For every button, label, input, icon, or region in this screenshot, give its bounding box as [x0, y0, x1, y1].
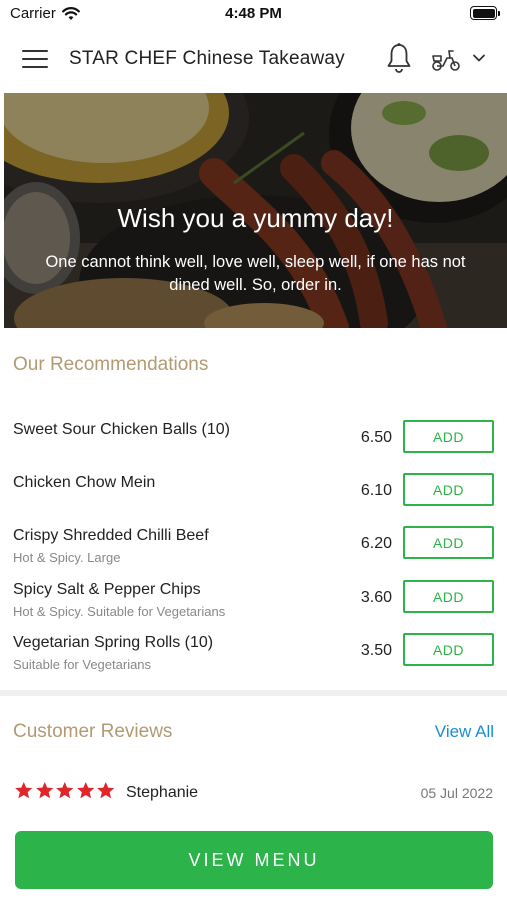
item-name: Sweet Sour Chicken Balls (10)	[13, 421, 230, 438]
view-menu-button[interactable]: VIEW MENU	[15, 831, 493, 889]
add-button[interactable]: ADD	[403, 633, 494, 666]
hero-title: Wish you a yummy day!	[117, 203, 394, 233]
item-price: 3.60	[360, 589, 392, 606]
view-all-link[interactable]: View All	[435, 722, 494, 742]
reviewer-name: Stephanie	[126, 784, 199, 801]
add-button[interactable]: ADD	[403, 526, 494, 559]
star-icon	[56, 782, 74, 799]
list-item: Crispy Shredded Chilli Beef Hot & Spicy.…	[0, 526, 507, 567]
item-price: 3.50	[360, 642, 392, 659]
star-rating	[14, 781, 116, 800]
star-icon	[35, 782, 53, 799]
chevron-down-icon[interactable]	[471, 52, 487, 64]
star-icon	[15, 782, 33, 799]
item-description: Hot & Spicy. Suitable for Vegetarians	[13, 604, 226, 619]
list-item: Sweet Sour Chicken Balls (10) 6.50 ADD	[0, 420, 507, 461]
add-button[interactable]: ADD	[403, 420, 494, 453]
menu-icon[interactable]	[22, 48, 48, 70]
review-date: 05 Jul 2022	[420, 785, 493, 801]
list-item: Spicy Salt & Pepper Chips Hot & Spicy. S…	[0, 580, 507, 621]
item-description: Suitable for Vegetarians	[13, 657, 152, 672]
restaurant-title: STAR CHEF Chinese Takeaway	[69, 48, 345, 69]
item-price: 6.10	[360, 482, 392, 499]
reviews-title: Customer Reviews	[13, 721, 173, 742]
item-description: Hot & Spicy. Large	[13, 550, 121, 565]
bell-icon[interactable]	[385, 42, 413, 74]
hero-subtitle: One cannot think well, love well, sleep …	[45, 253, 466, 294]
add-button[interactable]: ADD	[403, 580, 494, 613]
item-price: 6.50	[360, 429, 392, 446]
hero-banner: Wish you a yummy day! One cannot think w…	[4, 93, 507, 328]
item-name: Spicy Salt & Pepper Chips	[13, 581, 201, 598]
item-price: 6.20	[360, 535, 392, 552]
item-name: Crispy Shredded Chilli Beef	[13, 527, 209, 544]
list-item: Chicken Chow Mein 6.10 ADD	[0, 473, 507, 514]
list-item: Vegetarian Spring Rolls (10) Suitable fo…	[0, 633, 507, 674]
recommendations-title: Our Recommendations	[13, 354, 209, 375]
item-name: Chicken Chow Mein	[13, 474, 156, 491]
add-button[interactable]: ADD	[403, 473, 494, 506]
status-bar: Carrier 4:48 PM	[0, 0, 507, 28]
star-icon	[97, 782, 115, 799]
section-divider	[0, 690, 507, 696]
battery-icon	[470, 6, 500, 20]
scooter-icon[interactable]	[430, 46, 462, 72]
app-header: STAR CHEF Chinese Takeaway	[0, 28, 507, 92]
item-name: Vegetarian Spring Rolls (10)	[13, 634, 214, 651]
star-icon	[76, 782, 94, 799]
status-time: 4:48 PM	[225, 5, 282, 22]
